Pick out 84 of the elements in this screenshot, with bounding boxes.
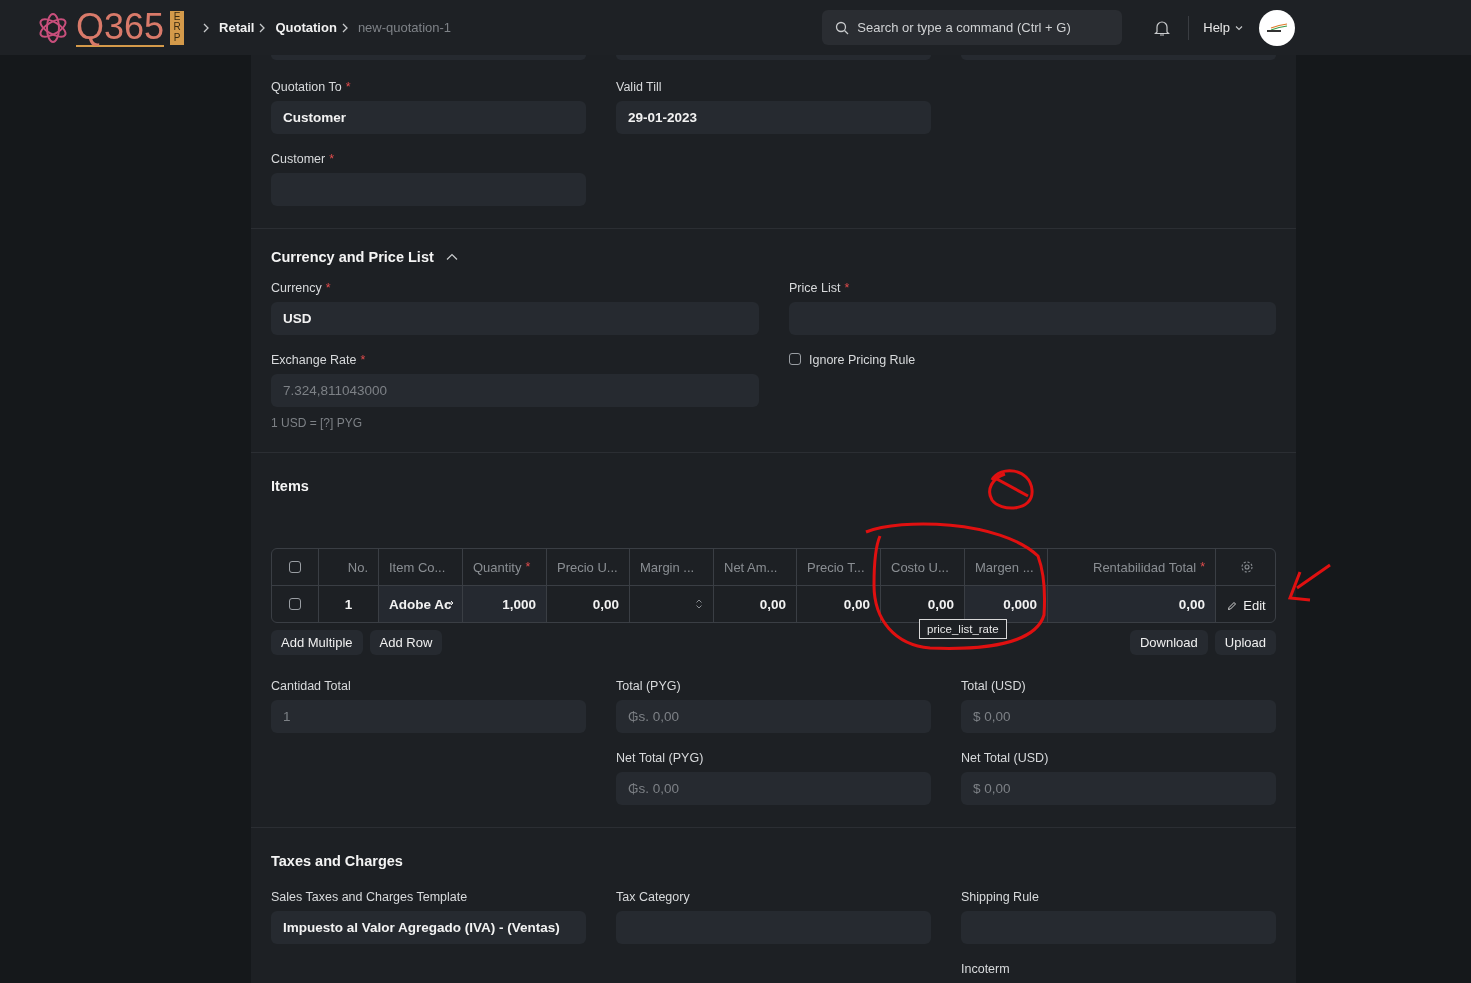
field-label: Price List xyxy=(789,281,841,295)
required-mark: * xyxy=(345,80,351,94)
bell-icon[interactable] xyxy=(1154,18,1171,37)
grid-button[interactable]: Upload xyxy=(1214,630,1276,655)
field-label: Cantidad Total xyxy=(271,679,352,693)
column-header: Rentabilidad Total xyxy=(1093,559,1197,575)
grid-button[interactable]: Add Row xyxy=(369,630,443,655)
annotation-arrow xyxy=(1287,563,1332,602)
section-title: Items xyxy=(271,478,310,494)
logo-badge: ERP xyxy=(170,10,185,45)
field-description: 1 USD = [?] PYG xyxy=(271,416,364,430)
grid-button[interactable]: Download xyxy=(1129,630,1208,655)
chevron-up-icon[interactable] xyxy=(445,253,458,261)
avatar[interactable] xyxy=(1259,9,1295,46)
field-label: Shipping Rule xyxy=(961,890,1040,904)
search-icon xyxy=(835,21,850,35)
checkbox-label: Ignore Pricing Rule xyxy=(809,353,916,367)
section-title[interactable]: Currency and Price List xyxy=(271,249,434,265)
table-cell: 1,000 xyxy=(502,596,536,612)
table-cell: 0,00 xyxy=(1178,596,1205,612)
input-field[interactable]: $ 0,00 xyxy=(961,772,1276,805)
breadcrumb-link[interactable]: Quotation xyxy=(275,20,337,35)
table-cell: 0,000 xyxy=(1003,596,1037,612)
edit-button[interactable]: Edit xyxy=(1225,594,1268,617)
required-mark: * xyxy=(329,152,335,166)
logo-text[interactable]: Q365 xyxy=(76,8,165,47)
field-label: Quotation To xyxy=(271,80,342,94)
column-header: Margen ... xyxy=(975,559,1034,575)
input-field[interactable]: 7.324,811043000 xyxy=(271,374,759,407)
breadcrumb-link[interactable]: Retail xyxy=(219,20,255,35)
tooltip: price_list_rate xyxy=(919,619,1007,639)
column-header: Precio U... xyxy=(557,559,618,575)
chevron-right-icon xyxy=(258,22,267,33)
input-field[interactable]: USD xyxy=(271,302,759,335)
input-field[interactable]: 1 xyxy=(271,700,586,733)
field-label: Currency xyxy=(271,281,322,295)
field-label: Net Total (USD) xyxy=(961,751,1050,765)
section-title: Taxes and Charges xyxy=(271,853,403,869)
column-header: Precio T... xyxy=(807,559,865,575)
field-label: Valid Till xyxy=(616,80,662,94)
input-field[interactable]: 29-01-2023 xyxy=(616,101,931,134)
help-menu-button[interactable]: Help xyxy=(1203,20,1243,35)
field-label: Total (PYG) xyxy=(616,679,682,693)
column-header: Item Co... xyxy=(389,559,446,575)
field-label: Incoterm xyxy=(961,962,1011,976)
search-field[interactable]: Search or type a command (Ctrl + G) xyxy=(822,10,1123,45)
grid-button[interactable]: Add Multiple xyxy=(271,630,363,655)
field-label: Exchange Rate xyxy=(271,353,357,367)
field-label: Net Total (PYG) xyxy=(616,751,705,765)
settings-icon[interactable] xyxy=(1239,560,1254,574)
field-label: Total (USD) xyxy=(961,679,1027,693)
select-all-checkbox[interactable] xyxy=(289,561,301,573)
chevron-right-icon xyxy=(202,22,211,33)
table-cell: 0,00 xyxy=(759,596,786,612)
table-cell: 0,00 xyxy=(927,596,954,612)
field-label: Sales Taxes and Charges Template xyxy=(271,890,469,904)
caret-icon xyxy=(1235,24,1243,31)
table-cell: 0,00 xyxy=(592,596,619,612)
row-checkbox[interactable] xyxy=(289,598,301,610)
column-header: Net Am... xyxy=(724,559,778,575)
chevron-right-icon xyxy=(340,22,349,33)
checkbox[interactable] xyxy=(789,353,801,365)
input-field[interactable]: ₲s. 0,00 xyxy=(616,700,931,733)
required-mark: * xyxy=(844,281,850,295)
input-field[interactable]: Customer xyxy=(271,101,586,134)
field-label: Tax Category xyxy=(616,890,691,904)
input-field[interactable]: Impuesto al Valor Agregado (IVA) - (Ventas) xyxy=(271,911,586,944)
required-mark: * xyxy=(1200,560,1205,574)
field-label: Customer xyxy=(271,152,326,166)
column-header: Costo U... xyxy=(891,559,949,575)
input-field[interactable]: $ 0,00 xyxy=(961,700,1276,733)
company-logo-icon xyxy=(1265,21,1289,34)
column-header: No. xyxy=(347,559,368,575)
required-mark: * xyxy=(525,560,531,574)
required-mark: * xyxy=(325,281,331,295)
table-cell: 0,00 xyxy=(843,596,870,612)
up-down-icon[interactable] xyxy=(695,598,703,610)
column-header: Margin ... xyxy=(640,559,695,575)
breadcrumb-link[interactable]: new-quotation-1 xyxy=(357,20,452,35)
input-field[interactable]: ₲s. 0,00 xyxy=(616,772,931,805)
column-header: Quantity xyxy=(473,559,522,575)
required-mark: * xyxy=(360,353,366,367)
table-cell: 1 xyxy=(344,596,353,612)
pencil-icon xyxy=(1227,600,1238,611)
